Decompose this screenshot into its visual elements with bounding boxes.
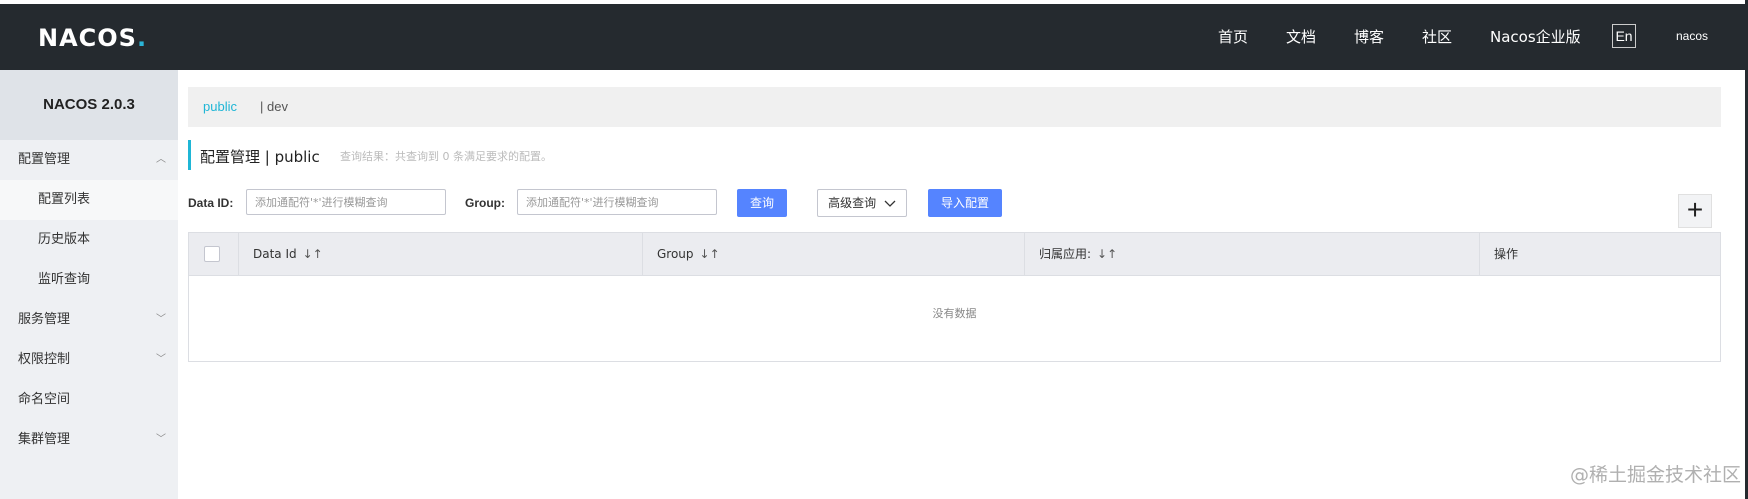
- sidebar: NACOS 2.0.3 配置管理 ︿ 配置列表 历史版本 监听查询 服务管理 ﹀…: [0, 70, 178, 499]
- column-actions: 操作: [1480, 233, 1720, 275]
- chevron-down-icon: ﹀: [156, 314, 166, 325]
- select-all-cell: [189, 233, 239, 275]
- column-label: Data Id: [253, 247, 297, 261]
- nav-docs[interactable]: 文档: [1286, 26, 1316, 47]
- sidebar-item-listener-query[interactable]: 监听查询: [0, 260, 178, 300]
- advanced-query-button[interactable]: 高级查询: [817, 189, 907, 217]
- sidebar-item-config-list[interactable]: 配置列表: [0, 180, 178, 220]
- sidebar-item-label: 配置列表: [38, 192, 91, 207]
- table-header: Data Id ↓↑ Group ↓↑ 归属应用: ↓↑ 操作: [189, 233, 1720, 276]
- add-config-button[interactable]: +: [1678, 194, 1712, 228]
- namespace-dev-link[interactable]: | dev: [260, 99, 288, 114]
- data-id-input[interactable]: [246, 189, 446, 215]
- sidebar-item-permission-control[interactable]: 权限控制 ﹀: [0, 340, 178, 380]
- import-config-button[interactable]: 导入配置: [928, 189, 1002, 217]
- sidebar-item-label: 服务管理: [18, 312, 71, 327]
- chevron-up-icon: ︿: [156, 154, 166, 165]
- namespace-bar: public | dev: [188, 87, 1721, 127]
- config-table: Data Id ↓↑ Group ↓↑ 归属应用: ↓↑ 操作 没有数据: [188, 232, 1721, 362]
- nav-enterprise[interactable]: Nacos企业版: [1490, 26, 1581, 47]
- sort-icon[interactable]: ↓↑: [303, 247, 323, 261]
- group-label: Group:: [465, 196, 505, 210]
- chevron-down-icon: [884, 200, 896, 207]
- column-label: 归属应用:: [1039, 247, 1092, 261]
- column-label: 操作: [1494, 247, 1519, 261]
- column-group[interactable]: Group ↓↑: [643, 233, 1025, 275]
- nav-blog[interactable]: 博客: [1354, 26, 1384, 47]
- empty-state: 没有数据: [932, 307, 977, 320]
- sidebar-item-label: 配置管理: [18, 152, 71, 167]
- language-toggle-button[interactable]: En: [1612, 24, 1636, 48]
- column-app[interactable]: 归属应用: ↓↑: [1025, 233, 1480, 275]
- select-all-checkbox[interactable]: [204, 246, 220, 262]
- sidebar-version: NACOS 2.0.3: [0, 70, 178, 140]
- sort-icon[interactable]: ↓↑: [1097, 247, 1117, 261]
- chevron-down-icon: ﹀: [156, 434, 166, 445]
- chevron-down-icon: ﹀: [156, 354, 166, 365]
- nav-home[interactable]: 首页: [1218, 26, 1248, 47]
- group-input[interactable]: [517, 189, 717, 215]
- sidebar-item-label: 集群管理: [18, 432, 71, 447]
- data-id-label: Data ID:: [188, 196, 234, 210]
- user-name[interactable]: nacos: [1676, 29, 1708, 43]
- sidebar-item-namespace[interactable]: 命名空间: [0, 380, 178, 420]
- sidebar-item-label: 监听查询: [38, 272, 91, 287]
- watermark-text: @稀土掘金技术社区: [1570, 464, 1742, 486]
- page-title: 配置管理 | public: [200, 148, 320, 166]
- sidebar-item-history[interactable]: 历史版本: [0, 220, 178, 260]
- top-nav: 首页 文档 博客 社区 Nacos企业版: [0, 4, 1748, 70]
- query-result-hint: 查询结果：共查询到 0 条满足要求的配置。: [340, 150, 552, 163]
- main-content: public | dev 配置管理 | public 查询结果：共查询到 0 条…: [178, 70, 1745, 499]
- advanced-query-label: 高级查询: [828, 196, 877, 210]
- column-data-id[interactable]: Data Id ↓↑: [239, 233, 643, 275]
- sidebar-item-label: 历史版本: [38, 232, 91, 247]
- sidebar-item-config-management[interactable]: 配置管理 ︿: [0, 140, 178, 180]
- nav-community[interactable]: 社区: [1422, 26, 1452, 47]
- query-button[interactable]: 查询: [737, 189, 787, 217]
- title-accent-bar: [188, 140, 191, 170]
- sidebar-item-label: 权限控制: [18, 352, 71, 367]
- sidebar-item-service-management[interactable]: 服务管理 ﹀: [0, 300, 178, 340]
- sidebar-item-cluster-management[interactable]: 集群管理 ﹀: [0, 420, 178, 460]
- top-navbar: NACOS. 首页 文档 博客 社区 Nacos企业版 En nacos: [0, 4, 1748, 70]
- column-label: Group: [657, 247, 694, 261]
- sort-icon[interactable]: ↓↑: [700, 247, 720, 261]
- sidebar-item-label: 命名空间: [18, 392, 71, 407]
- namespace-public-link[interactable]: public: [203, 99, 237, 114]
